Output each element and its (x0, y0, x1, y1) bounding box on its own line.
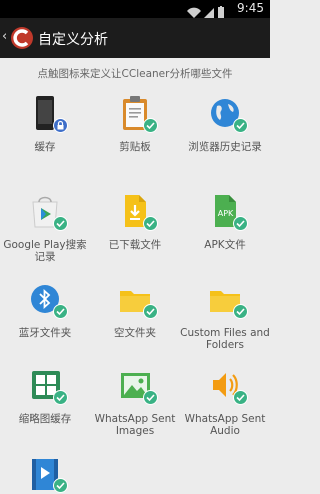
check-icon (53, 216, 68, 231)
item-custom-files-folders[interactable]: Custom Files and Folders (180, 282, 270, 362)
item-whatsapp-sent-audio[interactable]: WhatsApp Sent Audio (180, 368, 270, 448)
battery-icon (218, 7, 224, 18)
apk-file-icon: APK (209, 194, 248, 231)
app-bar: ‹ 自定义分析 (0, 18, 270, 58)
item-downloaded-files[interactable]: 已下载文件 (90, 194, 180, 274)
item-browser-history[interactable]: 浏览器历史记录 (180, 96, 270, 176)
hint-text: 点触图标来定义让CCleaner分析哪些文件 (37, 68, 233, 80)
check-icon (143, 216, 158, 231)
check-icon (233, 390, 248, 405)
google-play-icon (29, 194, 68, 231)
item-video[interactable] (0, 456, 90, 493)
apk-icon-text: APK (218, 209, 234, 218)
item-empty-folders[interactable]: 空文件夹 (90, 282, 180, 362)
item-thumbnail-cache[interactable]: 缩略图缓存 (0, 368, 90, 448)
item-label: 浏览器历史记录 (188, 141, 262, 153)
bluetooth-icon (29, 282, 68, 319)
ccleaner-logo-icon[interactable] (10, 26, 34, 54)
video-icon (29, 456, 68, 493)
item-cache[interactable]: 缓存 (0, 96, 90, 176)
download-file-icon (119, 194, 158, 231)
folder-icon (209, 282, 248, 319)
item-google-play-search[interactable]: Google Play搜索记录 (0, 194, 90, 274)
globe-icon (209, 96, 248, 133)
clipboard-icon (119, 96, 158, 133)
item-clipboard[interactable]: 剪贴板 (90, 96, 180, 176)
item-whatsapp-sent-images[interactable]: WhatsApp Sent Images (90, 368, 180, 448)
item-label: 蓝牙文件夹 (18, 327, 72, 339)
check-icon (143, 118, 158, 133)
status-bar: 9:45 (0, 0, 270, 19)
check-icon (53, 390, 68, 405)
phone-icon (29, 96, 68, 133)
check-icon (143, 304, 158, 319)
check-icon (53, 478, 68, 493)
check-icon (143, 390, 158, 405)
item-bluetooth-folder[interactable]: 蓝牙文件夹 (0, 282, 90, 362)
image-icon (119, 368, 158, 405)
status-time: 9:45 (237, 1, 264, 15)
item-label: 空文件夹 (114, 327, 156, 339)
lock-icon (53, 118, 68, 133)
item-label: 剪贴板 (119, 141, 151, 153)
item-label: Google Play搜索记录 (3, 239, 87, 263)
check-icon (233, 216, 248, 231)
item-label: WhatsApp Sent Audio (184, 413, 266, 437)
check-icon (233, 304, 248, 319)
item-apk-files[interactable]: APK APK文件 (180, 194, 270, 274)
item-label: 已下载文件 (108, 239, 162, 251)
thumbnail-icon (29, 368, 68, 405)
item-label: WhatsApp Sent Images (94, 413, 176, 437)
item-label: Custom Files and Folders (180, 327, 270, 351)
wifi-icon (187, 7, 201, 19)
page-title: 自定义分析 (38, 32, 108, 48)
item-label: 缓存 (34, 141, 56, 153)
speaker-icon (209, 368, 248, 405)
item-label: 缩略图缓存 (18, 413, 72, 425)
back-chevron-icon[interactable]: ‹ (2, 29, 7, 44)
check-icon (53, 304, 68, 319)
folder-icon (119, 282, 158, 319)
item-label: APK文件 (204, 239, 246, 251)
check-icon (233, 118, 248, 133)
signal-icon (204, 8, 214, 18)
